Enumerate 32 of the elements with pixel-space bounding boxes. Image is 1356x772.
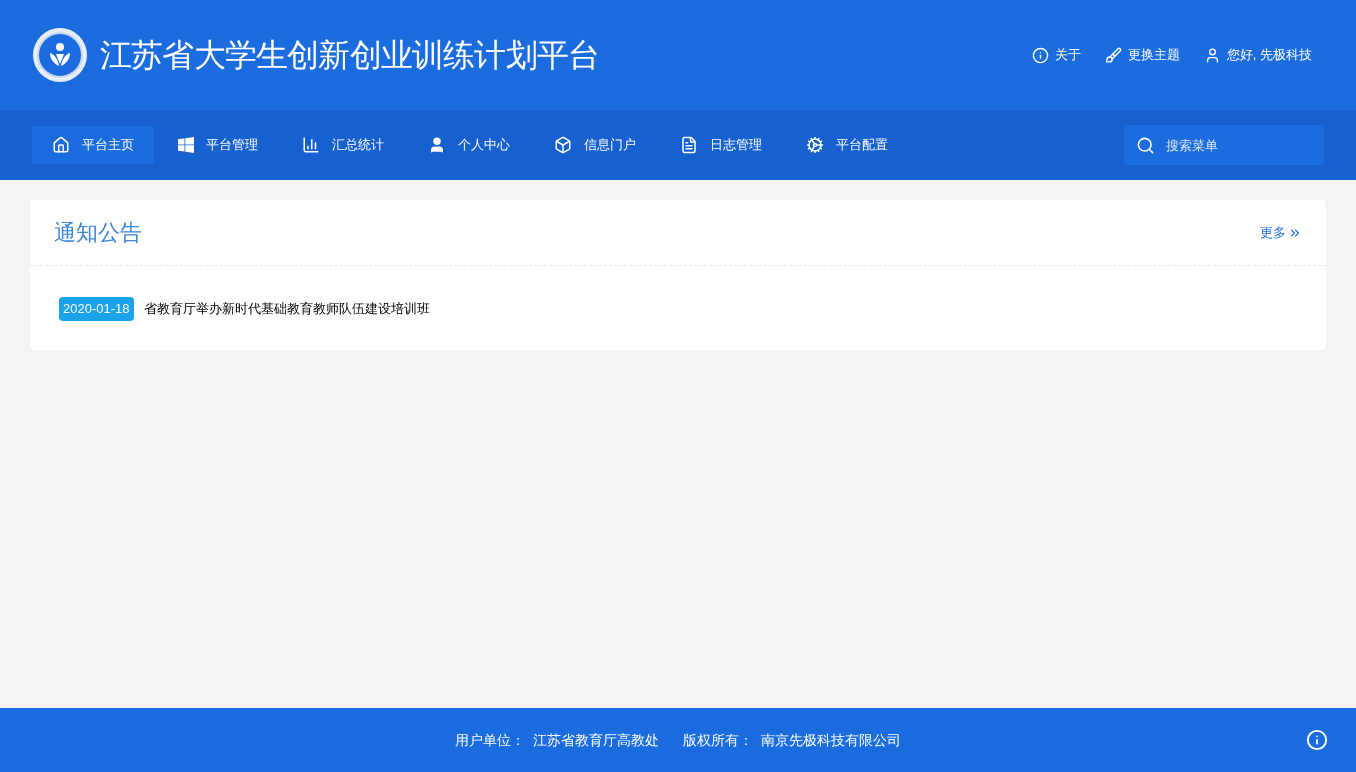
search-field[interactable]: 搜索菜单 — [1124, 125, 1324, 165]
box-icon — [554, 136, 572, 154]
brush-icon — [1104, 46, 1122, 64]
nav-tab[interactable]: 平台配置 — [786, 126, 908, 164]
footer-label: 版权所有： — [683, 730, 753, 750]
notice-title: 通知公告 — [54, 219, 142, 247]
notice-link[interactable]: 省教育厅举办新时代基础教育教师队伍建设培训班 — [143, 299, 430, 319]
more-link[interactable]: 更多 — [1260, 222, 1302, 243]
footer-label: 用户单位： — [455, 730, 525, 750]
nav-tab[interactable]: 日志管理 — [660, 126, 782, 164]
nav-tab[interactable]: 平台主页 — [32, 126, 154, 164]
windows-icon — [178, 137, 194, 153]
nav-tab[interactable]: 平台管理 — [158, 126, 278, 164]
search-icon — [1136, 135, 1155, 155]
footer-value: 南京先极科技有限公司 — [761, 730, 901, 750]
home-icon — [52, 136, 70, 154]
document-icon — [680, 136, 698, 154]
info-icon — [1031, 46, 1049, 64]
nav-tab[interactable]: 信息门户 — [534, 126, 656, 164]
platform-title: 江苏省大学生创新创业训练计划平台 — [100, 36, 600, 75]
header-link[interactable]: 您好, 先极科技 — [1203, 45, 1312, 65]
header-link[interactable]: 更换主题 — [1104, 45, 1180, 65]
nav-tab[interactable]: 汇总统计 — [282, 126, 404, 164]
date-badge: 2020-01-18 — [59, 297, 134, 321]
user-icon — [428, 136, 446, 154]
footer-value: 江苏省教育厅高教处 — [533, 730, 659, 750]
info-icon[interactable] — [1306, 729, 1328, 751]
header-link[interactable]: 关于 — [1031, 45, 1081, 65]
gears-icon — [806, 136, 824, 154]
nav-tab[interactable]: 个人中心 — [408, 126, 530, 164]
bar-chart-icon — [302, 136, 320, 154]
logo-icon — [32, 27, 88, 83]
